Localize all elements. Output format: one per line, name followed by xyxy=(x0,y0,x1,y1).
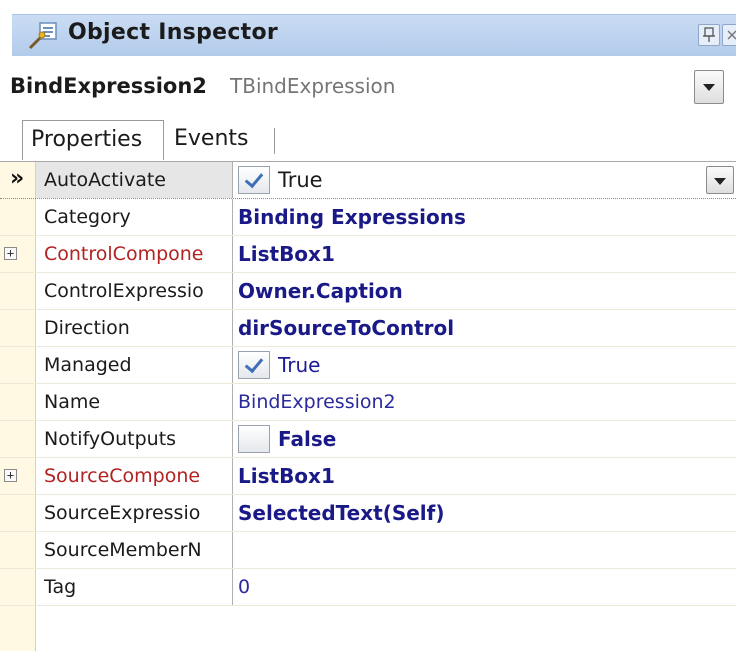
property-name[interactable]: Name xyxy=(36,384,232,420)
property-value[interactable]: Owner.Caption xyxy=(238,273,403,309)
property-value[interactable]: True xyxy=(278,347,320,383)
column-divider xyxy=(232,162,233,198)
property-value[interactable]: True xyxy=(278,162,323,198)
object-inspector-icon xyxy=(28,22,57,50)
property-value[interactable]: BindExpression2 xyxy=(238,384,396,420)
property-row-controlcomponent[interactable]: + ControlCompone ListBox1 xyxy=(0,236,736,273)
expand-icon[interactable]: + xyxy=(4,469,17,482)
column-divider xyxy=(232,421,233,457)
column-divider xyxy=(232,384,233,420)
checkbox-unchecked[interactable] xyxy=(238,425,270,453)
property-grid: » AutoActivate True Category Binding Exp… xyxy=(0,161,736,651)
tab-divider xyxy=(274,128,275,154)
property-row-sourceexpression[interactable]: SourceExpressio SelectedText(Self) xyxy=(0,495,736,532)
checkbox-checked[interactable] xyxy=(238,166,270,194)
property-value[interactable]: False xyxy=(278,421,336,457)
column-divider xyxy=(232,273,233,309)
property-name[interactable]: ControlCompone xyxy=(36,236,232,272)
property-row-name[interactable]: Name BindExpression2 xyxy=(0,384,736,421)
property-row-sourcemembername[interactable]: SourceMemberN xyxy=(0,532,736,569)
object-selector[interactable]: BindExpression2 TBindExpression xyxy=(0,70,736,104)
property-name[interactable]: NotifyOutputs xyxy=(36,421,232,457)
column-divider xyxy=(232,347,233,383)
checkbox-checked[interactable] xyxy=(238,351,270,379)
title-bar: Object Inspector xyxy=(12,14,736,56)
column-divider xyxy=(232,495,233,531)
property-value[interactable]: 0 xyxy=(238,569,250,605)
close-icon[interactable] xyxy=(722,24,736,46)
property-row-notifyoutputs[interactable]: NotifyOutputs False xyxy=(0,421,736,458)
object-selector-dropdown-button[interactable] xyxy=(694,70,724,104)
property-name[interactable]: Category xyxy=(36,199,232,235)
property-row-autoactivate[interactable]: » AutoActivate True xyxy=(0,162,736,199)
column-divider xyxy=(232,310,233,346)
property-row-tag[interactable]: Tag 0 xyxy=(0,569,736,606)
selected-object-name: BindExpression2 xyxy=(10,74,207,98)
property-name[interactable]: ControlExpressio xyxy=(36,273,232,309)
property-value[interactable]: Binding Expressions xyxy=(238,199,466,235)
property-row-direction[interactable]: Direction dirSourceToControl xyxy=(0,310,736,347)
tab-events[interactable]: Events xyxy=(170,120,274,160)
property-name[interactable]: SourceMemberN xyxy=(36,532,232,568)
value-dropdown-button[interactable] xyxy=(706,166,734,194)
property-value[interactable]: ListBox1 xyxy=(238,236,335,272)
tab-properties[interactable]: Properties xyxy=(22,120,164,160)
expand-icon[interactable]: + xyxy=(4,247,17,260)
column-divider xyxy=(232,458,233,494)
property-row-sourcecomponent[interactable]: + SourceCompone ListBox1 xyxy=(0,458,736,495)
property-value[interactable]: ListBox1 xyxy=(238,458,335,494)
selected-object-type: TBindExpression xyxy=(230,74,396,98)
column-divider xyxy=(232,199,233,235)
property-name[interactable]: Direction xyxy=(36,310,232,346)
property-name[interactable]: Managed xyxy=(36,347,232,383)
property-name[interactable]: SourceExpressio xyxy=(36,495,232,531)
property-name[interactable]: SourceCompone xyxy=(36,458,232,494)
column-divider xyxy=(232,236,233,272)
property-row-controlexpression[interactable]: ControlExpressio Owner.Caption xyxy=(0,273,736,310)
property-row-managed[interactable]: Managed True xyxy=(0,347,736,384)
property-row-category[interactable]: Category Binding Expressions xyxy=(0,199,736,236)
property-name[interactable]: Tag xyxy=(36,569,232,605)
pin-icon[interactable] xyxy=(698,24,720,46)
property-name[interactable]: AutoActivate xyxy=(36,162,232,198)
property-value[interactable]: dirSourceToControl xyxy=(238,310,454,346)
column-divider xyxy=(232,569,233,605)
selected-row-marker: » xyxy=(10,166,25,191)
window-title: Object Inspector xyxy=(68,20,279,45)
property-value[interactable]: SelectedText(Self) xyxy=(238,495,445,531)
column-divider xyxy=(232,532,233,568)
